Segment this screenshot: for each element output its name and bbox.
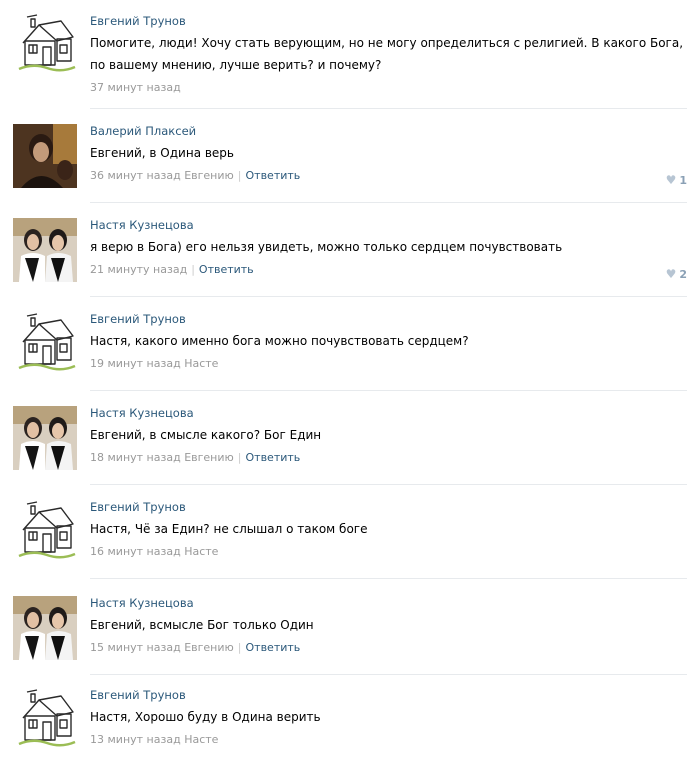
- comment: Евгений Трунов Настя, Чё за Един? не слы…: [0, 494, 699, 580]
- heart-icon: ♥: [665, 173, 677, 187]
- comment: Настя Кузнецова Евгений, всмысле Бог тол…: [0, 590, 699, 676]
- avatar[interactable]: [13, 596, 77, 660]
- comment-text: Евгений, всмысле Бог только Один: [90, 618, 314, 632]
- reply-link[interactable]: Ответить: [199, 263, 254, 276]
- photo-two-people-icon: [13, 406, 77, 470]
- author-name[interactable]: Евгений Трунов: [90, 500, 687, 515]
- photo-two-people-icon: [13, 218, 77, 282]
- house-sketch-icon: [13, 688, 77, 752]
- timestamp[interactable]: 18 минут назад: [90, 451, 181, 464]
- reply-to-name[interactable]: Насте: [184, 545, 218, 558]
- divider: [90, 674, 687, 675]
- heart-icon: ♥: [665, 267, 677, 281]
- timestamp[interactable]: 13 минут назад: [90, 733, 181, 746]
- avatar[interactable]: [13, 406, 77, 470]
- timestamp[interactable]: 21 минуту назад: [90, 263, 187, 276]
- comment-meta: 18 минут назад Евгению | Ответить: [90, 450, 687, 465]
- author-name[interactable]: Евгений Трунов: [90, 14, 687, 29]
- house-sketch-icon: [13, 500, 77, 564]
- photo-dark-icon: [13, 124, 77, 188]
- avatar[interactable]: [13, 688, 77, 752]
- reply-link[interactable]: Ответить: [246, 451, 301, 464]
- comment-meta: 37 минут назад: [90, 80, 687, 95]
- divider: [90, 484, 687, 485]
- reply-to-name[interactable]: Евгению: [184, 641, 234, 654]
- author-name[interactable]: Евгений Трунов: [90, 312, 687, 327]
- comment: Валерий Плаксей Евгений, в Одина верь 36…: [0, 118, 699, 204]
- comment-text: Евгений, в Одина верь: [90, 146, 234, 160]
- house-sketch-icon: [13, 13, 77, 77]
- reply-link[interactable]: Ответить: [246, 169, 301, 182]
- comment-text: Помогите, люди! Хочу стать верующим, но …: [90, 36, 684, 72]
- author-name[interactable]: Настя Кузнецова: [90, 596, 687, 611]
- comment-meta: 16 минут назад Насте: [90, 544, 687, 559]
- timestamp[interactable]: 19 минут назад: [90, 357, 181, 370]
- comment-text: Евгений, в смысле какого? Бог Един: [90, 428, 322, 442]
- separator: |: [237, 169, 242, 182]
- divider: [90, 108, 687, 109]
- separator: |: [237, 641, 242, 654]
- timestamp[interactable]: 15 минут назад: [90, 641, 181, 654]
- avatar[interactable]: [13, 312, 77, 376]
- comment-text: Настя, Хорошо буду в Одина верить: [90, 710, 321, 724]
- reply-to-name[interactable]: Насте: [184, 357, 218, 370]
- separator: |: [237, 451, 242, 464]
- divider: [90, 296, 687, 297]
- like-button[interactable]: ♥ 2: [666, 267, 687, 281]
- comment-meta: 36 минут назад Евгению | Ответить: [90, 168, 687, 183]
- reply-to-name[interactable]: Евгению: [184, 451, 234, 464]
- comment: Евгений Трунов Настя, какого именно бога…: [0, 306, 699, 392]
- separator: |: [191, 263, 195, 276]
- timestamp[interactable]: 36 минут назад: [90, 169, 181, 182]
- author-name[interactable]: Валерий Плаксей: [90, 124, 687, 139]
- comment: Настя Кузнецова я верю в Бога) его нельз…: [0, 212, 699, 298]
- comment-meta: 19 минут назад Насте: [90, 356, 687, 371]
- like-count: 1: [679, 174, 687, 187]
- avatar[interactable]: [13, 13, 77, 77]
- avatar[interactable]: [13, 500, 77, 564]
- comment-text: Настя, Чё за Един? не слышал о таком бог…: [90, 522, 368, 536]
- house-sketch-icon: [13, 312, 77, 376]
- reply-to-name[interactable]: Евгению: [184, 169, 234, 182]
- author-name[interactable]: Настя Кузнецова: [90, 406, 687, 421]
- comment-meta: 21 минуту назад | Ответить: [90, 262, 687, 277]
- comment-meta: 15 минут назад Евгению | Ответить: [90, 640, 687, 655]
- divider: [90, 578, 687, 579]
- comment-text: Настя, какого именно бога можно почувств…: [90, 334, 469, 348]
- comment: Евгений Трунов Помогите, люди! Хочу стат…: [0, 10, 699, 110]
- avatar[interactable]: [13, 124, 77, 188]
- like-count: 2: [679, 268, 687, 281]
- divider: [90, 390, 687, 391]
- comment-meta: 13 минут назад Насте: [90, 732, 687, 747]
- reply-to-name[interactable]: Насте: [184, 733, 218, 746]
- comment: Евгений Трунов Настя, Хорошо буду в Один…: [0, 683, 699, 757]
- comment-feed: Евгений Трунов Помогите, люди! Хочу стат…: [0, 0, 699, 757]
- author-name[interactable]: Евгений Трунов: [90, 688, 687, 703]
- comment: Настя Кузнецова Евгений, в смысле какого…: [0, 400, 699, 486]
- like-button[interactable]: ♥ 1: [666, 173, 687, 187]
- avatar[interactable]: [13, 218, 77, 282]
- photo-two-people-icon: [13, 596, 77, 660]
- divider: [90, 202, 687, 203]
- author-name[interactable]: Настя Кузнецова: [90, 218, 687, 233]
- timestamp[interactable]: 37 минут назад: [90, 81, 181, 94]
- timestamp[interactable]: 16 минут назад: [90, 545, 181, 558]
- reply-link[interactable]: Ответить: [246, 641, 301, 654]
- comment-text: я верю в Бога) его нельзя увидеть, можно…: [90, 240, 563, 254]
